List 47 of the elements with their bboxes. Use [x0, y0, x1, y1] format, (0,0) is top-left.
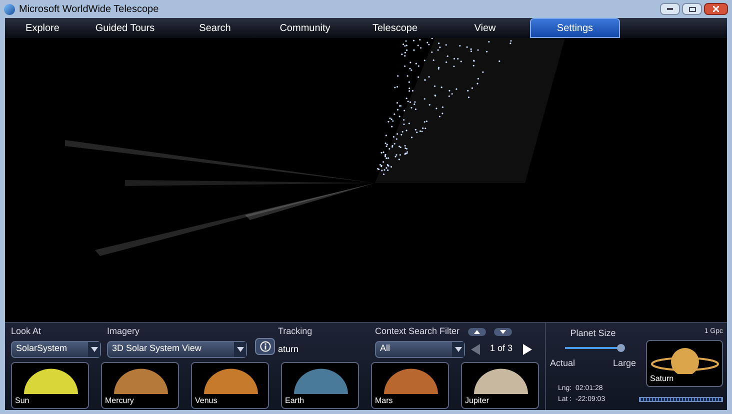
planet-label: Mercury — [105, 395, 134, 407]
planet-label: Venus — [195, 395, 218, 407]
planet-thumbnail[interactable]: Sun — [11, 362, 89, 409]
look-at-label: Look At — [11, 325, 42, 338]
scroll-up-button[interactable] — [468, 328, 486, 336]
dropdown[interactable]: 3D Solar System View — [107, 340, 247, 358]
planet-label: Jupiter — [465, 395, 490, 407]
planet-thumbnail[interactable]: Mercury — [101, 362, 179, 409]
planet-thumbnail[interactable]: Mars — [371, 362, 449, 409]
dropdown[interactable]: SolarSystem — [11, 340, 101, 358]
close-icon — [713, 6, 719, 12]
menu-tab[interactable]: Guided Tours — [80, 18, 170, 38]
planet-label: Earth — [285, 395, 304, 407]
down-arrow-icon — [500, 330, 506, 334]
menu-tab[interactable]: Settings — [530, 18, 620, 38]
info-icon — [260, 341, 270, 352]
tracking-label: Tracking — [278, 325, 314, 338]
planet-label: Saturn — [650, 372, 674, 384]
planet-thumbnail[interactable]: Venus — [191, 362, 269, 409]
large-label: Large — [612, 356, 636, 370]
dropdown[interactable]: All — [375, 340, 465, 358]
planet-label: Mars — [375, 395, 393, 407]
actual-label: Actual — [550, 356, 576, 370]
close-button[interactable] — [704, 3, 728, 15]
planet-thumbnail[interactable]: Earth — [281, 362, 359, 409]
maximize-button[interactable] — [682, 3, 702, 15]
tracking-value: aturn — [278, 342, 300, 356]
slider-thumb[interactable] — [617, 344, 625, 352]
planet-size-label: Planet Size — [570, 327, 616, 340]
menu-tab[interactable]: View — [440, 18, 530, 38]
planet-thumbnail[interactable]: Jupiter — [461, 362, 539, 409]
next-page-button[interactable] — [522, 344, 532, 354]
menu-tab[interactable]: Community — [260, 18, 350, 38]
menu-tab[interactable]: Search — [170, 18, 260, 38]
context-filter-label: Context Search Filter — [375, 325, 460, 338]
planet-label: Sun — [15, 395, 30, 407]
scroll-down-button[interactable] — [494, 328, 512, 336]
minimize-button[interactable] — [660, 3, 680, 15]
current-planet-thumbnail[interactable]: Saturn — [646, 340, 723, 386]
up-arrow-icon — [474, 330, 480, 334]
menu-tab[interactable]: Telescope — [350, 18, 440, 38]
window-title: Microsoft WorldWide Telescope — [19, 2, 159, 16]
imagery-label: Imagery — [107, 325, 141, 338]
info-button[interactable] — [255, 338, 275, 355]
menu-tab[interactable]: Explore — [5, 18, 80, 38]
app-logo-icon — [4, 4, 15, 14]
page-indicator: 1 of 3 — [489, 342, 514, 356]
